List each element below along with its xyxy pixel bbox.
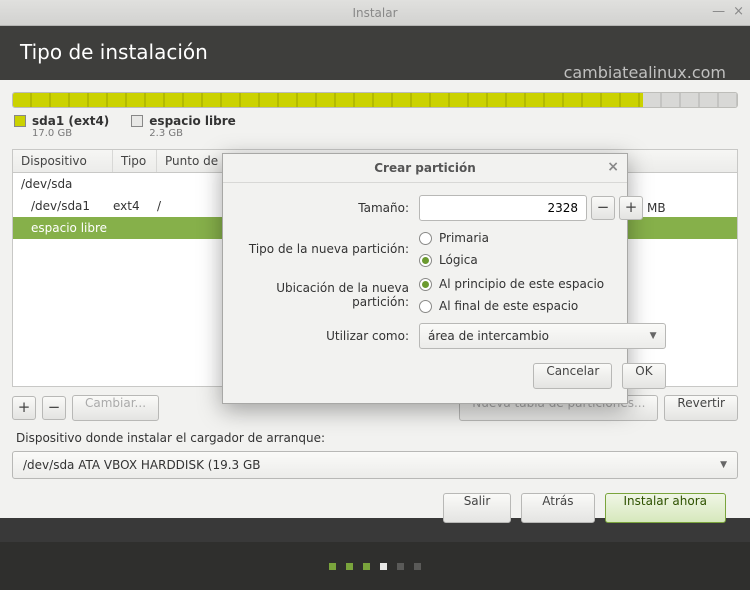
revert-button[interactable]: Revertir xyxy=(664,395,738,421)
radio-primary[interactable]: Primaria xyxy=(419,231,666,245)
legend-sda1-size: 17.0 GB xyxy=(32,128,109,139)
add-partition-button[interactable]: + xyxy=(12,396,36,420)
legend-free-name: espacio libre xyxy=(149,114,236,128)
disk-usage-bar xyxy=(12,92,738,108)
minimize-icon[interactable]: — xyxy=(712,4,725,19)
size-unit: MB xyxy=(647,201,666,215)
radio-location-begin[interactable]: Al principio de este espacio xyxy=(419,277,666,291)
legend-swatch-grey xyxy=(131,115,143,127)
window-titlebar: Instalar — × xyxy=(0,0,750,26)
dialog-ok-button[interactable]: OK xyxy=(622,363,665,389)
radio-location-end[interactable]: Al final de este espacio xyxy=(419,299,666,313)
step-dot[interactable] xyxy=(329,563,336,570)
legend-item-sda1: sda1 (ext4) 17.0 GB xyxy=(14,114,109,139)
create-partition-dialog: Crear partición × Tamaño: − + MB Tipo de… xyxy=(222,153,628,404)
chevron-down-icon: ▼ xyxy=(720,460,727,470)
step-dot[interactable] xyxy=(397,563,404,570)
use-as-select[interactable]: área de intercambio ▼ xyxy=(419,323,666,349)
close-icon[interactable]: × xyxy=(733,4,744,19)
back-button[interactable]: Atrás xyxy=(521,493,594,523)
partition-type-label: Tipo de la nueva partición: xyxy=(239,242,409,256)
change-partition-button[interactable]: Cambiar... xyxy=(72,395,159,421)
partition-location-label: Ubicación de la nueva partición: xyxy=(239,281,409,309)
legend-sda1-name: sda1 (ext4) xyxy=(32,114,109,128)
radio-logical[interactable]: Lógica xyxy=(419,253,666,267)
partition-segment-free[interactable] xyxy=(643,93,737,107)
bootloader-device-select[interactable]: /dev/sda ATA VBOX HARDDISK (19.3 GB ▼ xyxy=(12,451,738,479)
radio-icon xyxy=(419,232,432,245)
window-title: Instalar xyxy=(352,6,397,20)
partition-legend: sda1 (ext4) 17.0 GB espacio libre 2.3 GB xyxy=(12,108,738,149)
size-decrement-button[interactable]: − xyxy=(591,196,615,220)
size-increment-button[interactable]: + xyxy=(619,196,643,220)
step-dot-current[interactable] xyxy=(380,563,387,570)
size-input[interactable] xyxy=(419,195,587,221)
partition-segment-sda1[interactable] xyxy=(13,93,643,107)
step-dot[interactable] xyxy=(346,563,353,570)
legend-swatch-yellow xyxy=(14,115,26,127)
quit-button[interactable]: Salir xyxy=(443,493,512,523)
size-label: Tamaño: xyxy=(239,201,409,215)
page-header: Tipo de instalación cambiatealinux.com xyxy=(0,26,750,80)
wizard-footer: Salir Atrás Instalar ahora xyxy=(12,479,738,523)
dialog-cancel-button[interactable]: Cancelar xyxy=(533,363,612,389)
chevron-down-icon: ▼ xyxy=(650,331,657,341)
install-now-button[interactable]: Instalar ahora xyxy=(605,493,726,523)
dialog-close-icon[interactable]: × xyxy=(607,159,619,175)
col-device[interactable]: Dispositivo xyxy=(13,150,113,172)
step-dot[interactable] xyxy=(363,563,370,570)
use-as-label: Utilizar como: xyxy=(239,329,409,343)
col-type[interactable]: Tipo xyxy=(113,150,157,172)
bootloader-label: Dispositivo donde instalar el cargador d… xyxy=(12,429,738,451)
legend-item-free: espacio libre 2.3 GB xyxy=(131,114,236,139)
radio-icon xyxy=(419,254,432,267)
page-title: Tipo de instalación xyxy=(20,40,730,64)
dialog-title: Crear partición × xyxy=(223,154,627,183)
remove-partition-button[interactable]: − xyxy=(42,396,66,420)
step-dot[interactable] xyxy=(414,563,421,570)
radio-icon xyxy=(419,278,432,291)
legend-free-size: 2.3 GB xyxy=(149,128,236,139)
radio-icon xyxy=(419,300,432,313)
page-indicator xyxy=(0,542,750,590)
